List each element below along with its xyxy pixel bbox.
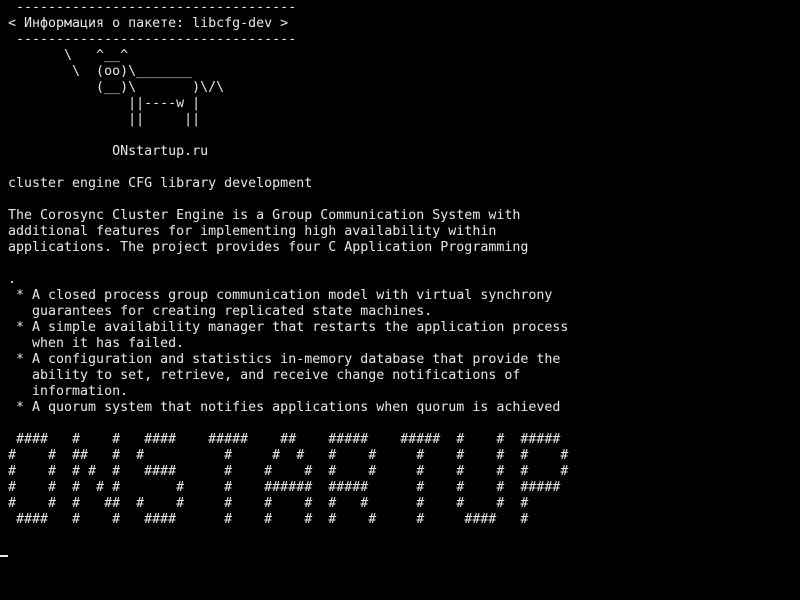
terminal-screen[interactable]: ----------------------------------- < Инф… xyxy=(0,0,800,600)
terminal-line: # # # # # # # ###### ##### # # # ##### xyxy=(8,480,561,495)
terminal-line: \ (oo)\_______ xyxy=(8,64,193,79)
terminal-line: guarantees for creating replicated state… xyxy=(8,304,433,319)
terminal-line: ||----w | xyxy=(8,96,201,111)
terminal-line: ----------------------------------- xyxy=(8,0,297,15)
terminal-line: #### # # #### # # # # # # #### # xyxy=(8,512,529,527)
terminal-line: #### # # #### ##### ## ##### ##### # # #… xyxy=(8,432,561,447)
terminal-line: # # ## # # # # # # # # # # # # xyxy=(8,448,569,463)
terminal-line: ability to set, retrieve, and receive ch… xyxy=(8,368,521,383)
terminal-line: \ ^__^ xyxy=(8,48,129,63)
terminal-line: when it has failed. xyxy=(8,336,185,351)
terminal-line: * A simple availability manager that res… xyxy=(8,320,569,335)
terminal-line: || || xyxy=(8,112,201,127)
text-cursor xyxy=(0,555,8,557)
terminal-line: cluster engine CFG library development xyxy=(8,176,313,191)
terminal-line: applications. The project provides four … xyxy=(8,240,529,255)
terminal-line: ONstartup.ru xyxy=(8,144,209,159)
terminal-output: ----------------------------------- < Инф… xyxy=(8,0,568,528)
terminal-line: information. xyxy=(8,384,129,399)
terminal-line: # # # ## # # # # # # # # # # # xyxy=(8,496,529,511)
terminal-line: . xyxy=(8,272,17,287)
terminal-line: # # # # # #### # # # # # # # # # # xyxy=(8,464,569,479)
terminal-line: additional features for implementing hig… xyxy=(8,224,497,239)
terminal-line: (__)\ )\/\ xyxy=(8,80,225,95)
terminal-line: * A configuration and statistics in-memo… xyxy=(8,352,561,367)
terminal-line: < Информация о пакете: libcfg-dev > xyxy=(8,16,289,31)
terminal-line: ----------------------------------- xyxy=(8,32,297,47)
terminal-line: * A quorum system that notifies applicat… xyxy=(8,400,561,415)
terminal-line: The Corosync Cluster Engine is a Group C… xyxy=(8,208,521,223)
terminal-line: * A closed process group communication m… xyxy=(8,288,553,303)
